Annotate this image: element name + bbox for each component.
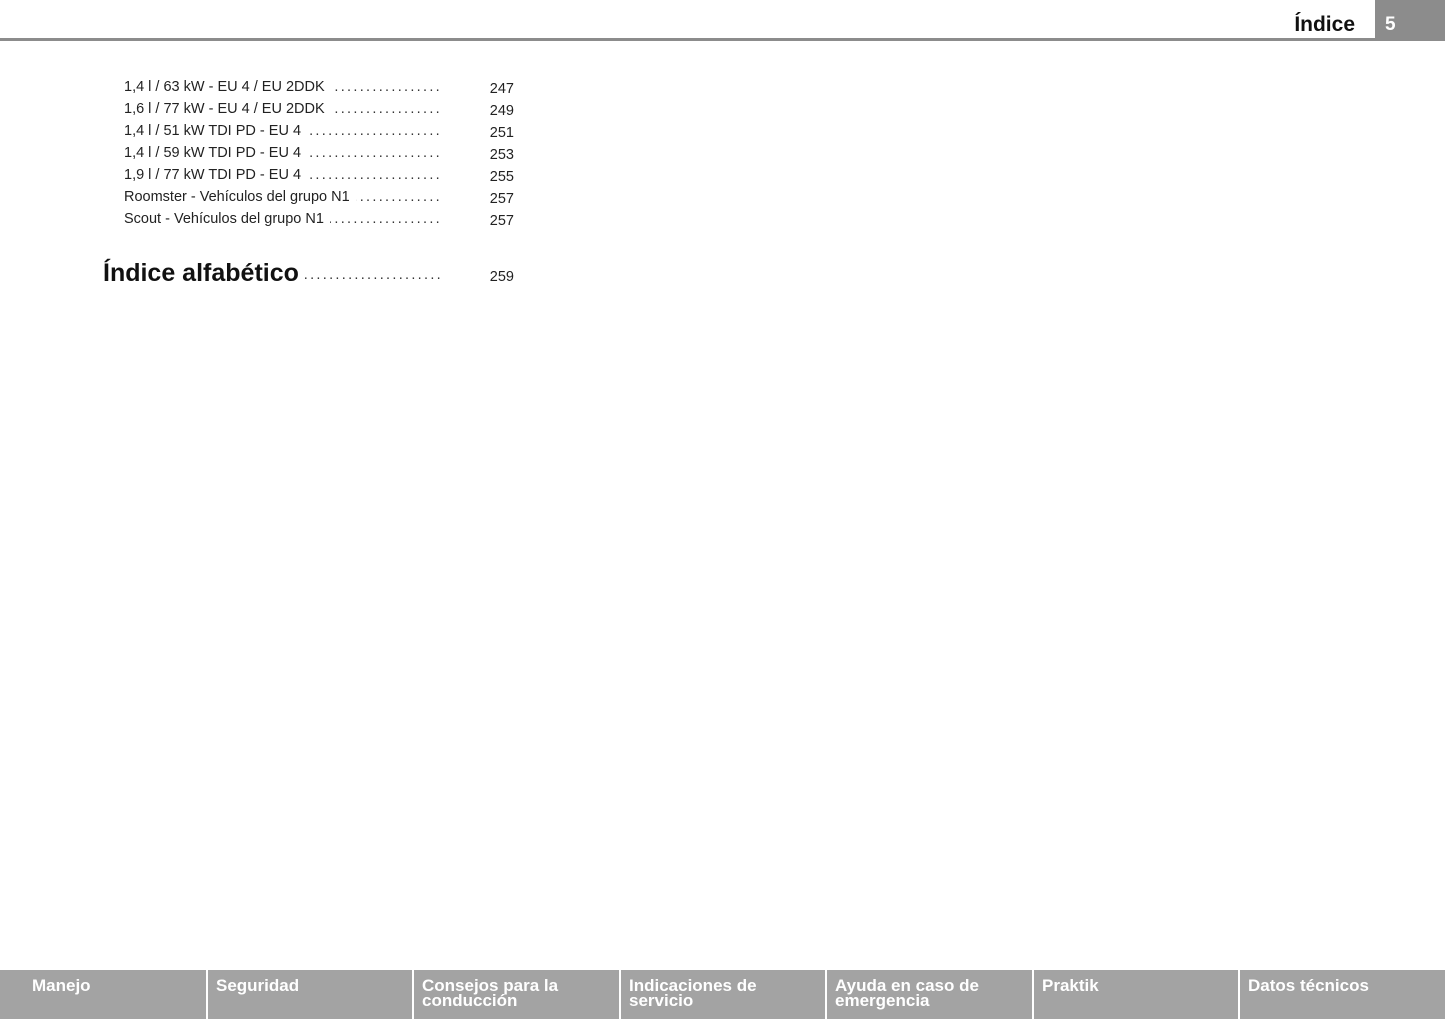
header-rule: [0, 38, 1445, 41]
toc-entry-label: 1,4 l / 51 kW TDI PD - EU 4: [124, 121, 308, 141]
toc-entry-page: 257: [489, 213, 514, 229]
tab-manejo[interactable]: Manejo: [0, 970, 206, 1019]
tab-label: Seguridad: [216, 976, 300, 995]
toc-entry-label: 1,9 l / 77 kW TDI PD - EU 4: [124, 165, 308, 185]
section-title: Índice: [1294, 13, 1355, 36]
toc-entry[interactable]: 1,4 l / 59 kW TDI PD - EU 4 ............…: [124, 143, 514, 163]
toc-entry-page: 255: [489, 169, 514, 185]
toc-entry[interactable]: 1,6 l / 77 kW - EU 4 / EU 2DDK .........…: [124, 99, 514, 119]
toc-entry-page: 247: [489, 81, 514, 97]
toc-entry-label: 1,4 l / 59 kW TDI PD - EU 4: [124, 143, 308, 163]
tab-indicaciones-servicio[interactable]: Indicaciones de servicio: [621, 970, 825, 1019]
tab-consejos-conduccion[interactable]: Consejos para la conducción: [414, 970, 619, 1019]
toc-main-entry[interactable]: Índice alfabético ......................…: [103, 256, 514, 290]
tab-label: Consejos para la conducción: [422, 976, 559, 1010]
toc-entry[interactable]: 1,9 l / 77 kW TDI PD - EU 4 ............…: [124, 165, 514, 185]
page-number: 5: [1385, 14, 1396, 35]
footer-section-tabs: Manejo Seguridad Consejos para la conduc…: [0, 970, 1445, 1019]
toc-entry[interactable]: Scout - Vehículos del grupo N1 .........…: [124, 209, 514, 229]
toc-entry-label: 1,4 l / 63 kW - EU 4 / EU 2DDK: [124, 77, 331, 97]
toc-main-entry-label: Índice alfabético: [103, 256, 305, 290]
toc-entry-page: 257: [489, 191, 514, 207]
page-number-box: 5: [1375, 0, 1445, 41]
tab-datos-tecnicos[interactable]: Datos técnicos: [1240, 970, 1445, 1019]
tab-label: Manejo: [32, 976, 91, 995]
tab-ayuda-emergencia[interactable]: Ayuda en caso de emergencia: [827, 970, 1032, 1019]
toc-entry[interactable]: Roomster - Vehículos del grupo N1 ......…: [124, 187, 514, 207]
toc-entry-label: Scout - Vehículos del grupo N1: [124, 209, 330, 229]
toc-entry-label: 1,6 l / 77 kW - EU 4 / EU 2DDK: [124, 99, 331, 119]
toc-main-entry-page: 259: [489, 269, 514, 285]
tab-praktik[interactable]: Praktik: [1034, 970, 1238, 1019]
toc-entry-page: 253: [489, 147, 514, 163]
toc-entry[interactable]: 1,4 l / 63 kW - EU 4 / EU 2DDK .........…: [124, 77, 514, 97]
tab-label: Indicaciones de servicio: [629, 976, 757, 1010]
toc-entry-label: Roomster - Vehículos del grupo N1: [124, 187, 356, 207]
toc-entry-page: 251: [489, 125, 514, 141]
toc-entry-page: 249: [489, 103, 514, 119]
tab-label: Datos técnicos: [1248, 976, 1369, 995]
tab-label: Ayuda en caso de emergencia: [835, 976, 979, 1010]
toc-entry[interactable]: 1,4 l / 51 kW TDI PD - EU 4 ............…: [124, 121, 514, 141]
tab-label: Praktik: [1042, 976, 1099, 995]
tab-seguridad[interactable]: Seguridad: [208, 970, 412, 1019]
